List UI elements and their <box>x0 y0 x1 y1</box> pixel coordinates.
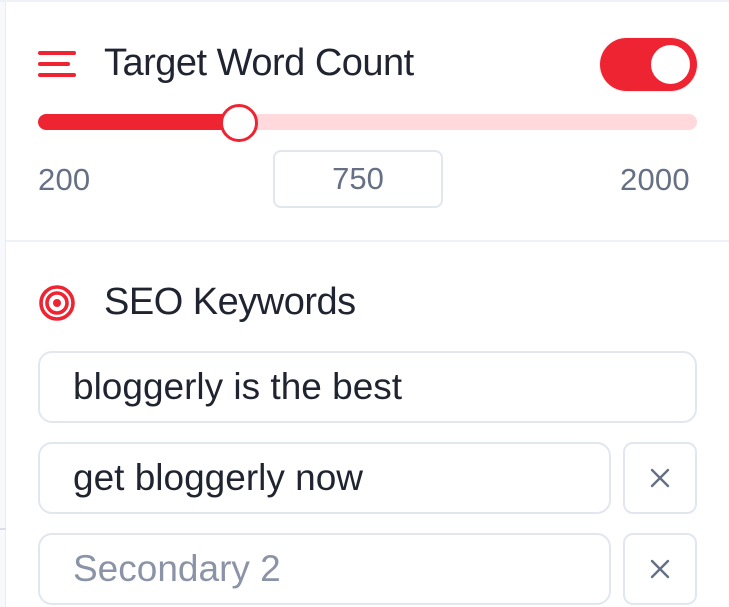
target-icon <box>39 284 75 321</box>
left-edge-divider <box>0 528 6 530</box>
remove-secondary-keyword-2-button[interactable] <box>623 533 697 605</box>
top-border <box>0 0 729 2</box>
close-icon <box>650 559 670 579</box>
word-count-value-input[interactable] <box>273 150 443 208</box>
close-icon <box>650 468 670 488</box>
seo-keywords-header: SEO Keywords <box>38 281 356 324</box>
minimum-word-count-label: 200 <box>38 162 91 197</box>
secondary-keyword-1-input[interactable] <box>38 442 611 514</box>
slider-thumb[interactable] <box>220 104 259 142</box>
menu-lines-icon <box>38 50 76 77</box>
primary-keyword-input[interactable] <box>38 351 697 423</box>
target-word-count-header: Target Word Count <box>38 42 414 85</box>
remove-secondary-keyword-1-button[interactable] <box>623 442 697 514</box>
seo-keywords-title: SEO Keywords <box>104 281 356 323</box>
left-panel-edge <box>0 0 6 607</box>
seo-settings-panel: Target Word Count 200 2000 SEO Keywords <box>0 0 729 607</box>
maximum-word-count-label: 2000 <box>620 162 690 197</box>
target-word-count-toggle[interactable] <box>600 38 697 91</box>
slider-fill <box>38 114 240 130</box>
secondary-keyword-2-input[interactable] <box>38 533 611 605</box>
toggle-knob <box>651 45 690 84</box>
target-word-count-title: Target Word Count <box>104 42 414 84</box>
target-word-count-slider[interactable] <box>38 104 697 142</box>
section-divider <box>6 240 729 242</box>
slider-track <box>38 114 697 130</box>
